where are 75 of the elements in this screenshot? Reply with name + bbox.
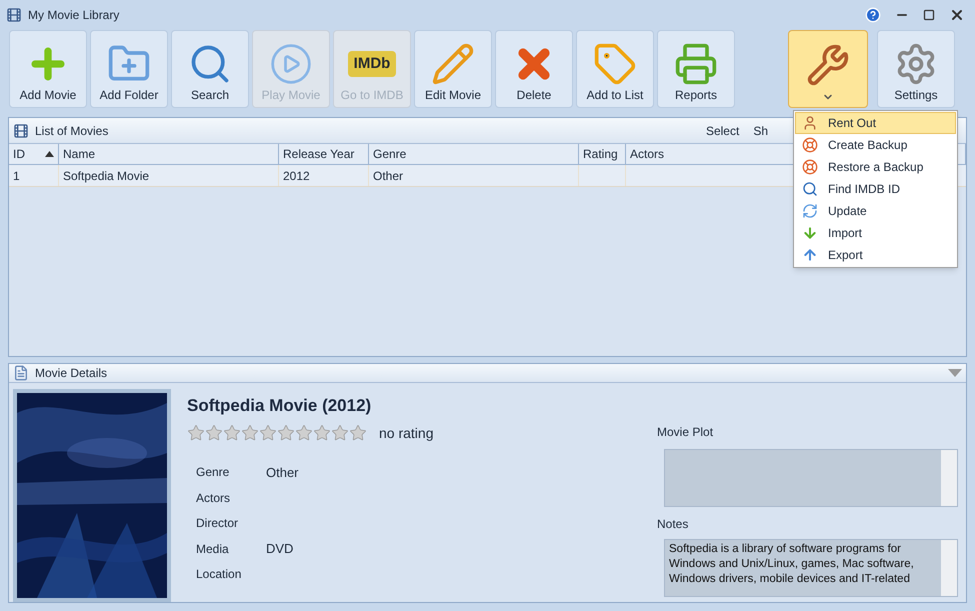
column-header[interactable]: Release Year [279,144,369,164]
panel-title: List of Movies [35,122,108,140]
movie-title: Softpedia Movie (2012) [187,395,372,417]
close-icon[interactable] [949,7,965,23]
document-icon [13,365,29,381]
menu-item[interactable]: Create Backup [795,134,956,156]
collapse-arrow-icon[interactable] [948,369,962,377]
star-icon [205,424,223,442]
field-value: Other [266,464,299,482]
panel-title: Movie Details [35,365,108,382]
star-icon [223,424,241,442]
tag-icon [593,42,637,86]
table-cell-text: 2012 [283,168,310,184]
menu-item[interactable]: Import [795,222,956,244]
settings-button[interactable]: Settings [877,30,955,108]
field-label: Director [196,515,240,532]
toolbar-button[interactable]: Add Movie [9,30,87,108]
window-title: My Movie Library [28,7,120,24]
tools-menu-button[interactable] [788,30,868,108]
toolbar-button[interactable]: Add Folder [90,30,168,108]
scrollbar[interactable] [941,540,957,596]
field-label: Movie Plot [657,424,714,441]
header-link[interactable]: Sh [753,122,768,140]
pencil-icon [431,42,475,86]
scrollbar[interactable] [941,450,957,506]
plot-field[interactable] [664,449,958,507]
star-icon [259,424,277,442]
search-icon [802,181,818,197]
table-cell-text: Softpedia Movie [63,168,150,184]
field-label: Genre [196,464,230,482]
star-icon [241,424,259,442]
toolbar-button[interactable]: Search [171,30,249,108]
column-header[interactable]: Rating [579,144,626,164]
column-header[interactable]: Genre [369,144,579,164]
menu-item[interactable]: Export [795,244,956,266]
play-icon [269,42,313,86]
lifebuoy-icon [802,137,818,153]
notes-field[interactable]: Softpedia is a library of software programs for Windows and Unix/Linux, games, Mac software, Windows drivers, mobile devices and IT-related [664,539,958,597]
star-icon [295,424,313,442]
star-icon [277,424,295,442]
menu-item[interactable]: Update [795,200,956,222]
toolbar-button[interactable]: Delete [495,30,573,108]
refresh-icon [802,203,818,219]
arrow-down-icon [802,225,818,241]
field-label: Notes [657,516,690,533]
lifebuoy-icon [802,159,818,175]
star-icon [313,424,331,442]
star-icon [187,424,205,442]
star-icon [331,424,349,442]
field-label: Location [196,566,242,584]
field-label: Media [196,540,230,558]
film-icon [6,7,22,23]
column-header[interactable]: ID [9,144,59,164]
help-icon[interactable] [865,7,881,23]
star-icon [349,424,367,442]
field-value: DVD [266,540,294,558]
rating-text: no rating [379,424,434,443]
printer-icon [674,42,718,86]
column-header[interactable]: Name [59,144,279,164]
table-cell-text: Other [373,168,404,184]
sort-arrow-icon [45,151,54,157]
maximize-icon[interactable] [923,9,935,21]
menu-item[interactable]: Rent Out [795,112,956,134]
arrow-up-icon [802,247,818,263]
film-icon [13,122,29,138]
toolbar-button[interactable]: Edit Movie [414,30,492,108]
header-link[interactable]: Select [706,122,740,140]
table-cell-text: 1 [13,168,20,184]
person-icon [802,115,818,131]
toolbar-button[interactable]: Reports [657,30,735,108]
toolbar-button[interactable]: Add to List [576,30,654,108]
wrench-icon [806,43,850,87]
star-rating[interactable] [187,424,367,442]
field-label: Actors [196,490,232,507]
imdb-logo: IMDb [348,50,396,78]
